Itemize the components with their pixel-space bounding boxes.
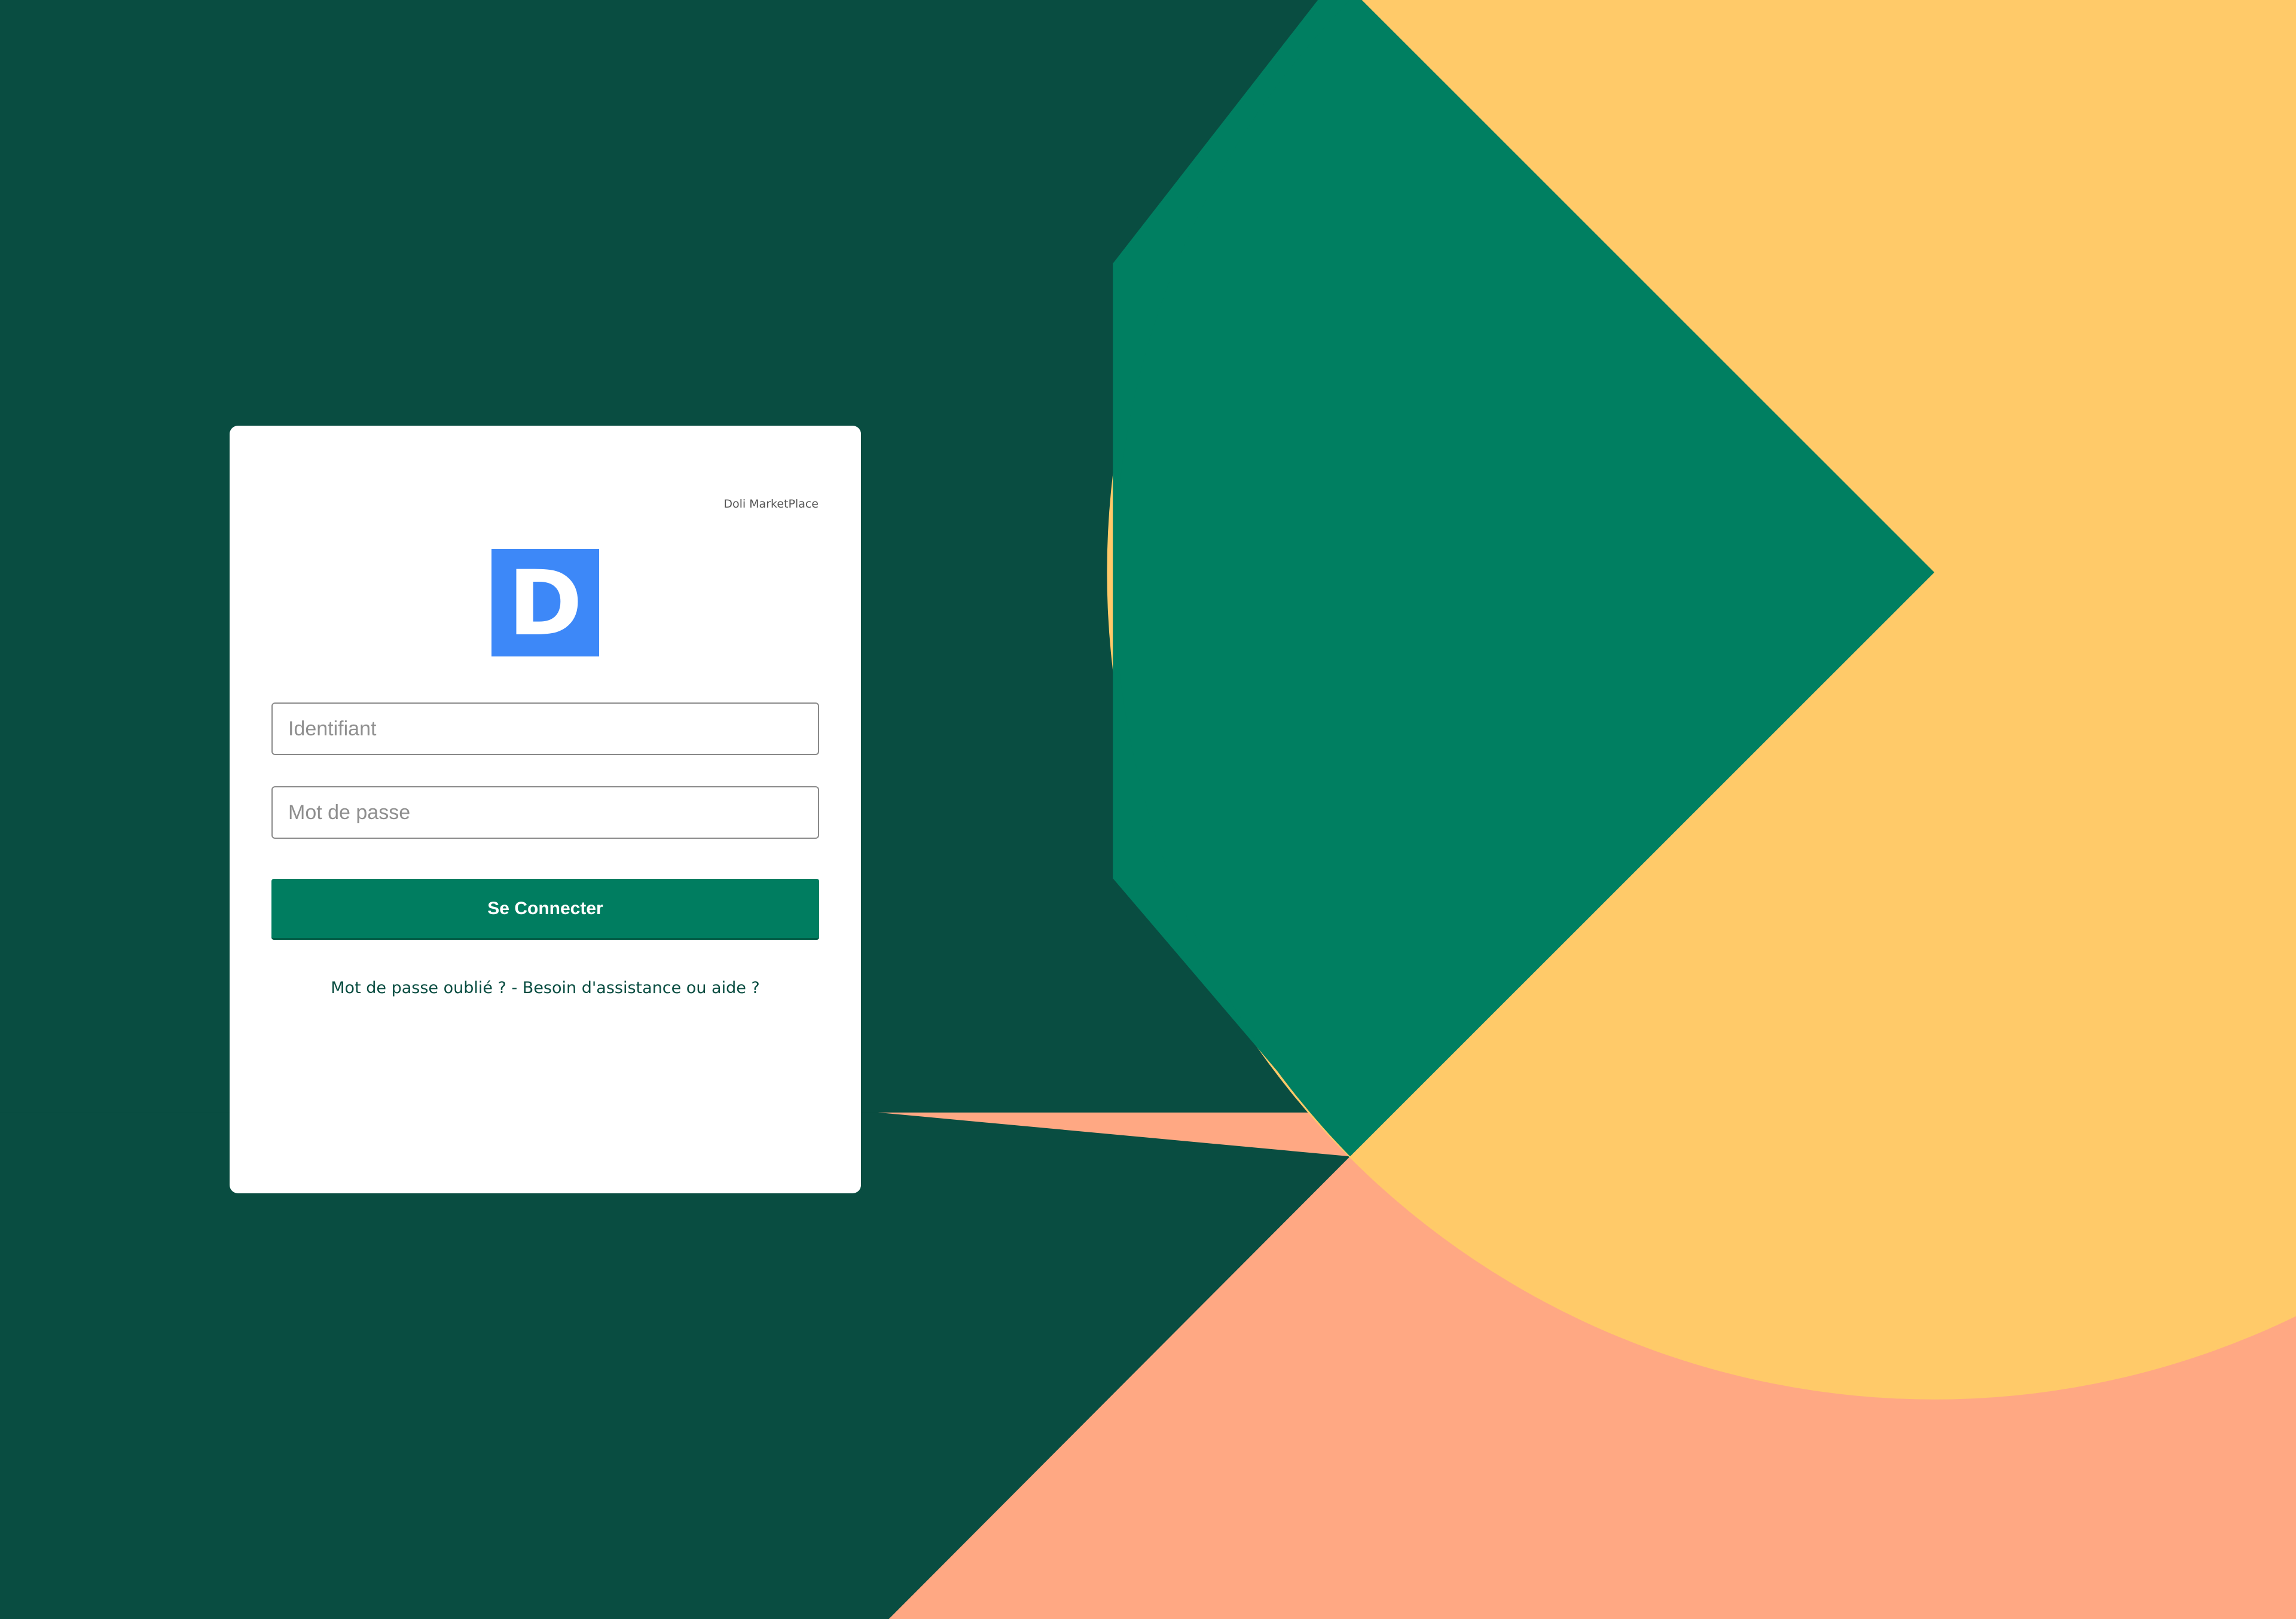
username-input[interactable] <box>271 702 819 755</box>
help-links: Mot de passe oublié ? - Besoin d'assista… <box>230 979 861 997</box>
app-logo: D <box>491 549 599 656</box>
link-separator: - <box>506 979 523 997</box>
password-input[interactable] <box>271 786 819 839</box>
forgot-password-link[interactable]: Mot de passe oublié ? <box>331 979 506 997</box>
app-name: Doli MarketPlace <box>723 497 819 511</box>
help-link[interactable]: Besoin d'assistance ou aide ? <box>523 979 760 997</box>
login-button[interactable]: Se Connecter <box>271 879 819 940</box>
logo-letter: D <box>508 552 583 656</box>
login-card: Doli MarketPlace D Se Connecter Mot de p… <box>230 426 861 1193</box>
